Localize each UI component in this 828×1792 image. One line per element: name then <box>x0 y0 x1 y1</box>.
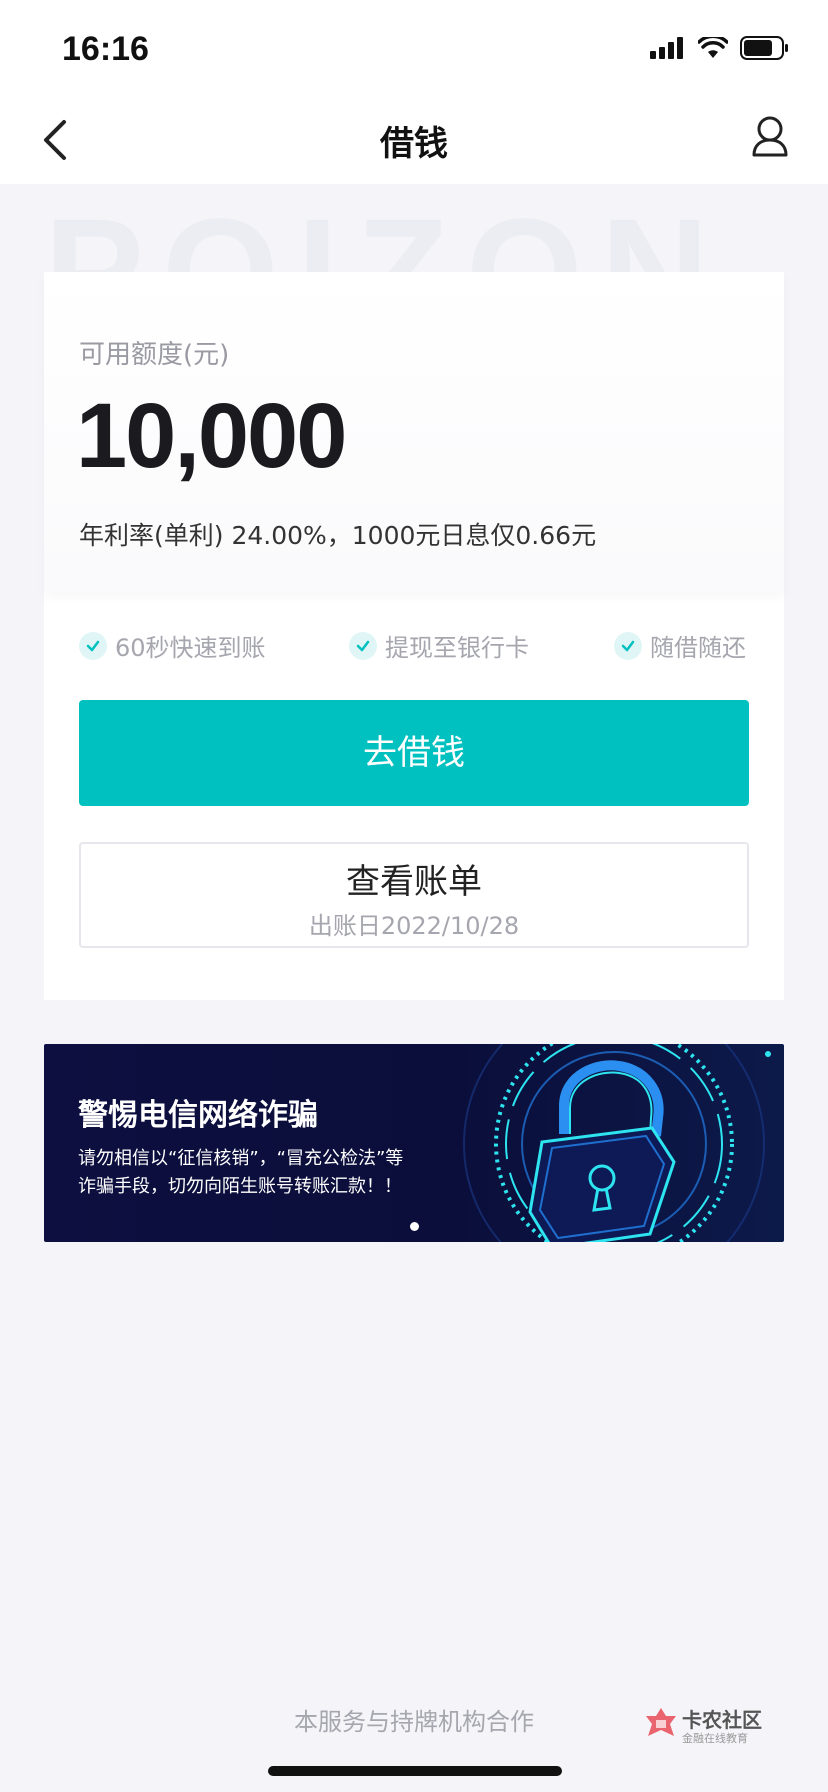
feature-item: 提现至银行卡 <box>349 628 529 663</box>
billing-date: 出账日2022/10/28 <box>308 912 520 940</box>
feature-label: 提现至银行卡 <box>385 634 529 662</box>
home-indicator[interactable] <box>268 1766 562 1776</box>
banner-text-line: 诈骗手段，切勿向陌生账号转账汇款！！ <box>78 1176 402 1197</box>
quota-section: 可用额度(元) 10,000 年利率(单利) 24.00%，1000元日息仅0.… <box>44 272 784 592</box>
view-bill-label: 查看账单 <box>346 862 482 902</box>
status-time: 16:16 <box>62 30 149 68</box>
banner-text-line: 请勿相信以“征信核销”，“冒充公检法”等 <box>78 1148 404 1169</box>
status-bar: 16:16 <box>0 0 828 96</box>
wifi-icon <box>698 37 728 58</box>
feature-list: 60秒快速到账 提现至银行卡 随借随还 <box>79 628 749 668</box>
feature-label: 随借随还 <box>650 634 746 662</box>
check-icon <box>614 631 642 660</box>
banner-title: 警惕电信网络诈骗 <box>78 1098 318 1133</box>
signal-icon <box>650 37 683 59</box>
page-title: 借钱 <box>380 124 448 164</box>
anti-fraud-banner[interactable]: 警惕电信网络诈骗 请勿相信以“征信核销”，“冒充公检法”等 诈骗手段，切勿向陌生… <box>44 1044 784 1242</box>
check-icon <box>349 631 377 660</box>
quota-amount: 10,000 <box>76 385 347 487</box>
check-icon <box>79 631 107 660</box>
feature-item: 60秒快速到账 <box>79 628 266 663</box>
borrow-button[interactable]: 去借钱 <box>79 700 749 806</box>
feature-label: 60秒快速到账 <box>115 634 266 662</box>
status-icons <box>650 36 790 60</box>
nav-bar: 借钱 <box>0 96 828 184</box>
user-icon[interactable] <box>750 114 790 158</box>
brand-subtitle: 金融在线教育 <box>682 1732 748 1745</box>
view-bill-button[interactable]: 查看账单 出账日2022/10/28 <box>79 842 749 948</box>
carousel-indicator-dot[interactable] <box>410 1222 419 1231</box>
brand-watermark-logo: 卡农社区 金融在线教育 <box>644 1704 764 1745</box>
battery-icon <box>740 36 788 60</box>
feature-item: 随借随还 <box>614 628 746 663</box>
brand-name: 卡农社区 <box>682 1708 762 1732</box>
interest-rate-text: 年利率(单利) 24.00%，1000元日息仅0.66元 <box>79 521 597 550</box>
loan-card: 可用额度(元) 10,000 年利率(单利) 24.00%，1000元日息仅0.… <box>44 272 784 1000</box>
padlock-icon <box>463 1044 771 1242</box>
quota-label: 可用额度(元) <box>79 340 230 370</box>
brand-logo-icon <box>646 1708 676 1736</box>
